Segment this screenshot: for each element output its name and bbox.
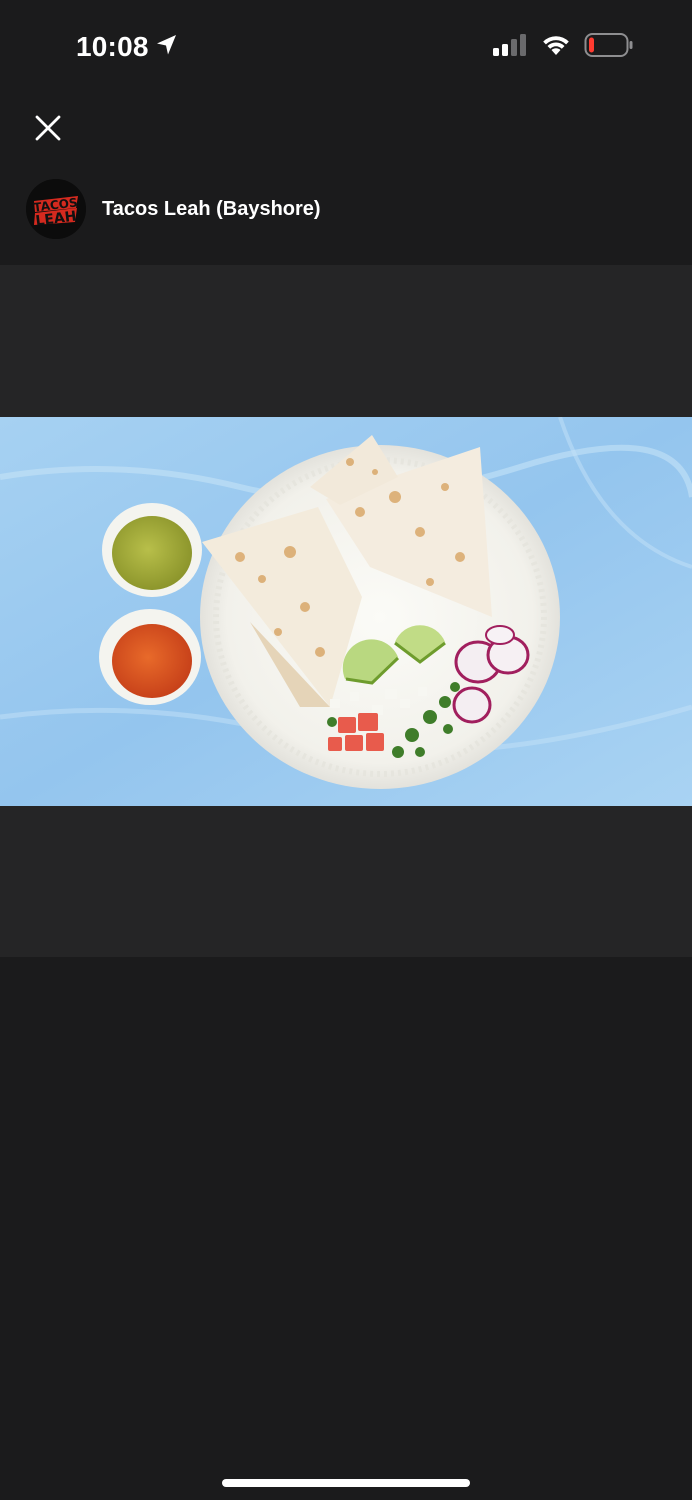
status-time-group: 10:08	[76, 28, 179, 66]
battery-low-icon	[584, 32, 634, 63]
cellular-signal-icon	[492, 33, 528, 62]
store-logo-avatar[interactable]: TACOS LEAH	[26, 179, 86, 239]
store-name[interactable]: Tacos Leah (Bayshore)	[102, 198, 321, 221]
media-viewer[interactable]	[0, 265, 692, 957]
tacos-leah-logo-icon: TACOS LEAH	[26, 179, 86, 239]
status-time: 10:08	[76, 31, 149, 62]
status-bar: 10:08	[0, 0, 692, 95]
status-icons	[492, 30, 634, 64]
location-arrow-icon	[155, 33, 179, 62]
store-header[interactable]: TACOS LEAH Tacos Leah (Bayshore)	[26, 178, 321, 240]
home-indicator[interactable]	[222, 1479, 470, 1487]
wifi-icon	[540, 33, 572, 62]
close-button[interactable]	[28, 110, 68, 150]
quesadilla-plate-photo	[0, 417, 692, 806]
close-icon	[35, 115, 61, 146]
